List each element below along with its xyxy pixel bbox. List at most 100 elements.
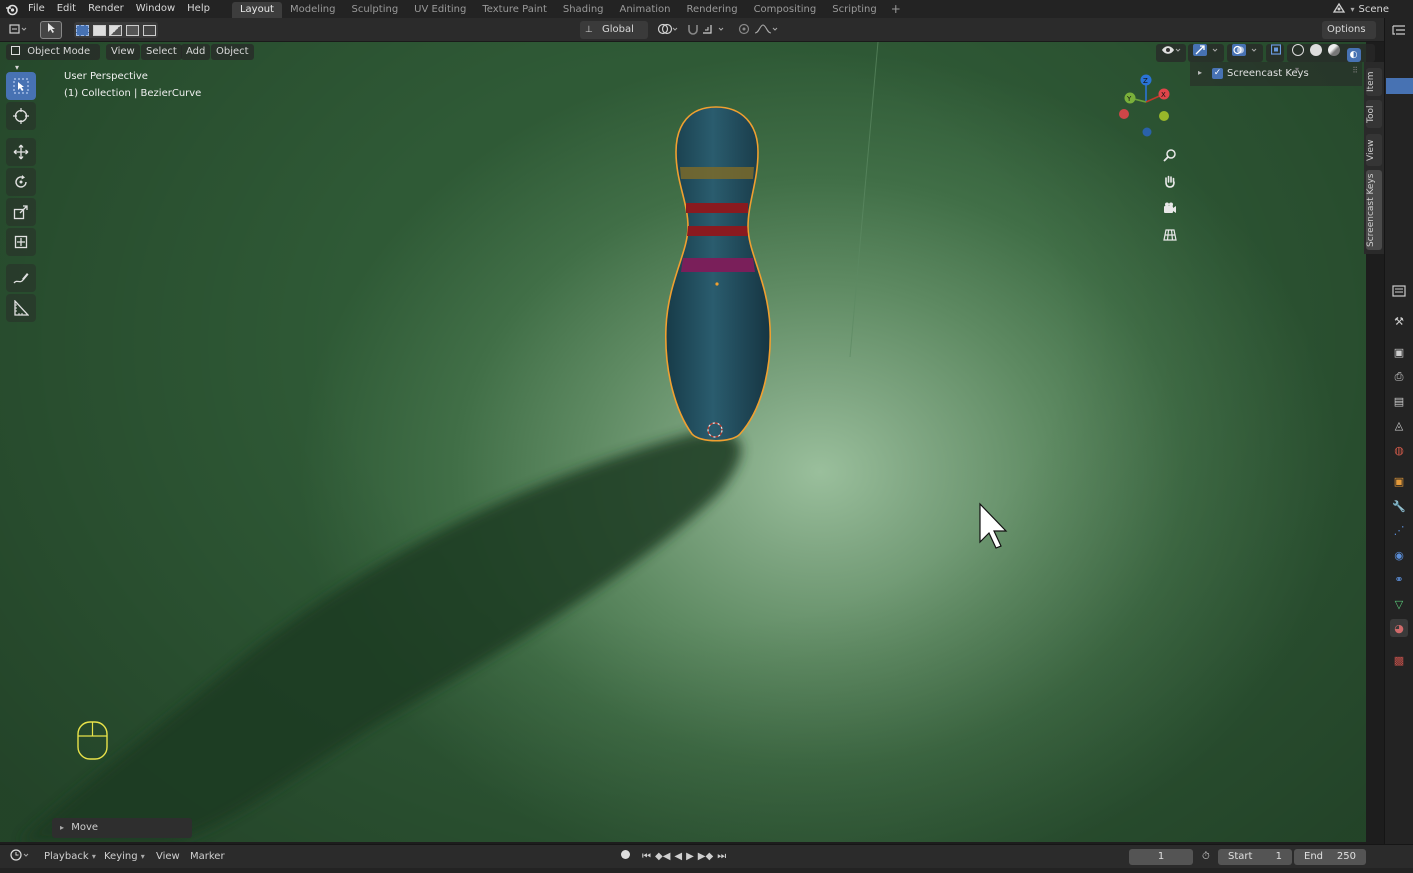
stopwatch-icon[interactable]: ⏱ <box>1198 849 1214 865</box>
outliner-selected-row[interactable] <box>1386 78 1413 94</box>
3d-viewport[interactable]: User Perspective (1) Collection | Bezier… <box>0 42 1366 842</box>
scene-selector[interactable]: ▾ Scene <box>1332 0 1413 18</box>
select-subtract-icon[interactable] <box>109 24 123 36</box>
constraints-icon[interactable]: ⚭ <box>1390 570 1408 588</box>
proportional-editing-icon[interactable] <box>736 23 780 37</box>
transform-tool-icon[interactable] <box>6 228 36 256</box>
jump-end-icon[interactable]: ⏭ <box>717 849 726 865</box>
annotate-tool-icon[interactable] <box>6 264 36 292</box>
scale-tool-icon[interactable] <box>6 198 36 226</box>
rendered-shading-icon[interactable]: ◐ <box>1346 48 1361 62</box>
move-tool-icon[interactable] <box>6 138 36 166</box>
world-properties-icon[interactable]: ◍ <box>1390 441 1408 459</box>
object-mode-dropdown[interactable]: Object Mode ▾ <box>6 44 100 72</box>
camera-icon[interactable] <box>1159 197 1181 219</box>
xray-icon[interactable] <box>1266 44 1284 62</box>
physics-icon[interactable]: ◉ <box>1390 546 1408 564</box>
screencast-keys-checkbox[interactable]: ✓ <box>1212 68 1223 79</box>
clock-icon[interactable] <box>6 849 34 865</box>
svg-text:Z: Z <box>1143 77 1148 85</box>
options-dropdown[interactable]: Options ▾ <box>1322 21 1376 52</box>
select-invert-icon[interactable] <box>126 24 140 36</box>
menu-marker[interactable]: Marker <box>186 849 229 865</box>
menu-help[interactable]: Help <box>181 0 216 18</box>
material-shading-icon[interactable] <box>1328 44 1341 56</box>
select-extend-icon[interactable] <box>92 24 106 36</box>
select-intersect-icon[interactable] <box>143 24 157 36</box>
pan-hand-icon[interactable] <box>1159 170 1181 192</box>
view-layer-icon[interactable]: ▤ <box>1390 392 1408 410</box>
tab-sculpting[interactable]: Sculpting <box>343 2 406 18</box>
gizmo-toggle-icon[interactable] <box>1188 44 1224 62</box>
tab-modeling[interactable]: Modeling <box>282 2 344 18</box>
rotate-tool-icon[interactable] <box>6 168 36 196</box>
output-properties-icon[interactable]: ⎙ <box>1390 368 1408 386</box>
menu-add[interactable]: Add <box>181 44 211 60</box>
menu-object[interactable]: Object <box>211 44 254 60</box>
last-operator-panel[interactable]: ▸ Move <box>52 818 192 838</box>
menu-file[interactable]: File <box>22 0 51 18</box>
object-data-icon[interactable]: ▽ <box>1390 595 1408 613</box>
material-properties-icon[interactable]: ◕ <box>1390 619 1408 637</box>
menu-select[interactable]: Select <box>141 44 182 60</box>
play-reverse-icon[interactable]: ◀ <box>674 849 682 865</box>
tool-properties-icon[interactable]: ⚒ <box>1390 312 1408 330</box>
properties-editor-icon[interactable] <box>1390 282 1408 300</box>
blender-logo-icon[interactable] <box>0 0 22 18</box>
tab-uv-editing[interactable]: UV Editing <box>406 2 474 18</box>
navigation-gizmo[interactable]: Z X Y <box>1114 72 1178 140</box>
tab-layout[interactable]: Layout <box>231 1 282 18</box>
select-tool-icon[interactable] <box>40 21 62 39</box>
wireframe-shading-icon[interactable] <box>1292 44 1304 56</box>
tab-shading[interactable]: Shading <box>555 2 612 18</box>
object-properties-icon[interactable]: ▣ <box>1390 472 1408 490</box>
tab-animation[interactable]: Animation <box>612 2 679 18</box>
particles-icon[interactable]: ⋰ <box>1390 521 1408 539</box>
transform-orientation-dropdown[interactable]: ⊥ Global ▾ <box>580 21 648 52</box>
measure-tool-icon[interactable] <box>6 294 36 322</box>
next-keyframe-icon[interactable]: ▶◆ <box>698 849 713 865</box>
tab-rendering[interactable]: Rendering <box>678 2 745 18</box>
menu-playback[interactable]: Playback ▾ <box>40 849 100 865</box>
tab-screencast-keys[interactable]: Screencast Keys <box>1366 170 1382 250</box>
tab-compositing[interactable]: Compositing <box>746 2 825 18</box>
menu-timeline-view[interactable]: View <box>152 849 184 865</box>
menu-view[interactable]: View <box>106 44 140 60</box>
modifier-properties-icon[interactable]: 🔧 <box>1390 497 1408 515</box>
ortho-grid-icon[interactable] <box>1159 224 1181 246</box>
select-box-tool-icon[interactable] <box>6 72 36 100</box>
cursor-tool-icon[interactable] <box>6 102 36 130</box>
prev-keyframe-icon[interactable]: ◆◀ <box>655 849 670 865</box>
mouse-indicator-icon <box>77 721 108 760</box>
solid-shading-icon[interactable] <box>1310 44 1323 56</box>
texture-properties-icon[interactable]: ▩ <box>1390 651 1408 669</box>
end-frame-field[interactable]: End 250 <box>1294 849 1366 865</box>
jump-start-icon[interactable]: ⏮ <box>642 849 651 865</box>
overlays-icon[interactable] <box>1227 44 1263 62</box>
play-icon[interactable]: ▶ <box>686 849 694 865</box>
menu-edit[interactable]: Edit <box>51 0 82 18</box>
select-new-icon[interactable] <box>75 24 89 36</box>
snap-icon[interactable] <box>686 23 728 37</box>
tab-scripting[interactable]: Scripting <box>824 2 884 18</box>
tab-item[interactable]: Item <box>1366 68 1382 96</box>
scene-properties-icon[interactable]: ◬ <box>1390 416 1408 434</box>
tab-tool[interactable]: Tool <box>1366 100 1382 128</box>
menu-window[interactable]: Window <box>130 0 181 18</box>
tab-texture-paint[interactable]: Texture Paint <box>474 2 555 18</box>
record-icon[interactable] <box>617 849 633 865</box>
tab-view[interactable]: View <box>1366 134 1382 166</box>
pivot-point-icon[interactable] <box>656 23 682 37</box>
add-workspace-button[interactable]: + <box>885 2 907 16</box>
expand-arrow-icon[interactable]: ▸ <box>1198 68 1202 77</box>
render-properties-icon[interactable]: ▣ <box>1390 343 1408 361</box>
outliner-editor-icon[interactable] <box>1390 21 1408 39</box>
current-frame-field[interactable]: 1 <box>1129 849 1193 865</box>
menu-keying[interactable]: Keying ▾ <box>100 849 149 865</box>
menu-render[interactable]: Render <box>82 0 130 18</box>
editor-type-icon[interactable] <box>8 23 30 37</box>
start-frame-field[interactable]: Start 1 <box>1218 849 1292 865</box>
drag-handle-icon[interactable]: ⠿ <box>1352 66 1358 75</box>
visibility-icon[interactable] <box>1156 44 1186 62</box>
zoom-icon[interactable] <box>1159 144 1181 166</box>
